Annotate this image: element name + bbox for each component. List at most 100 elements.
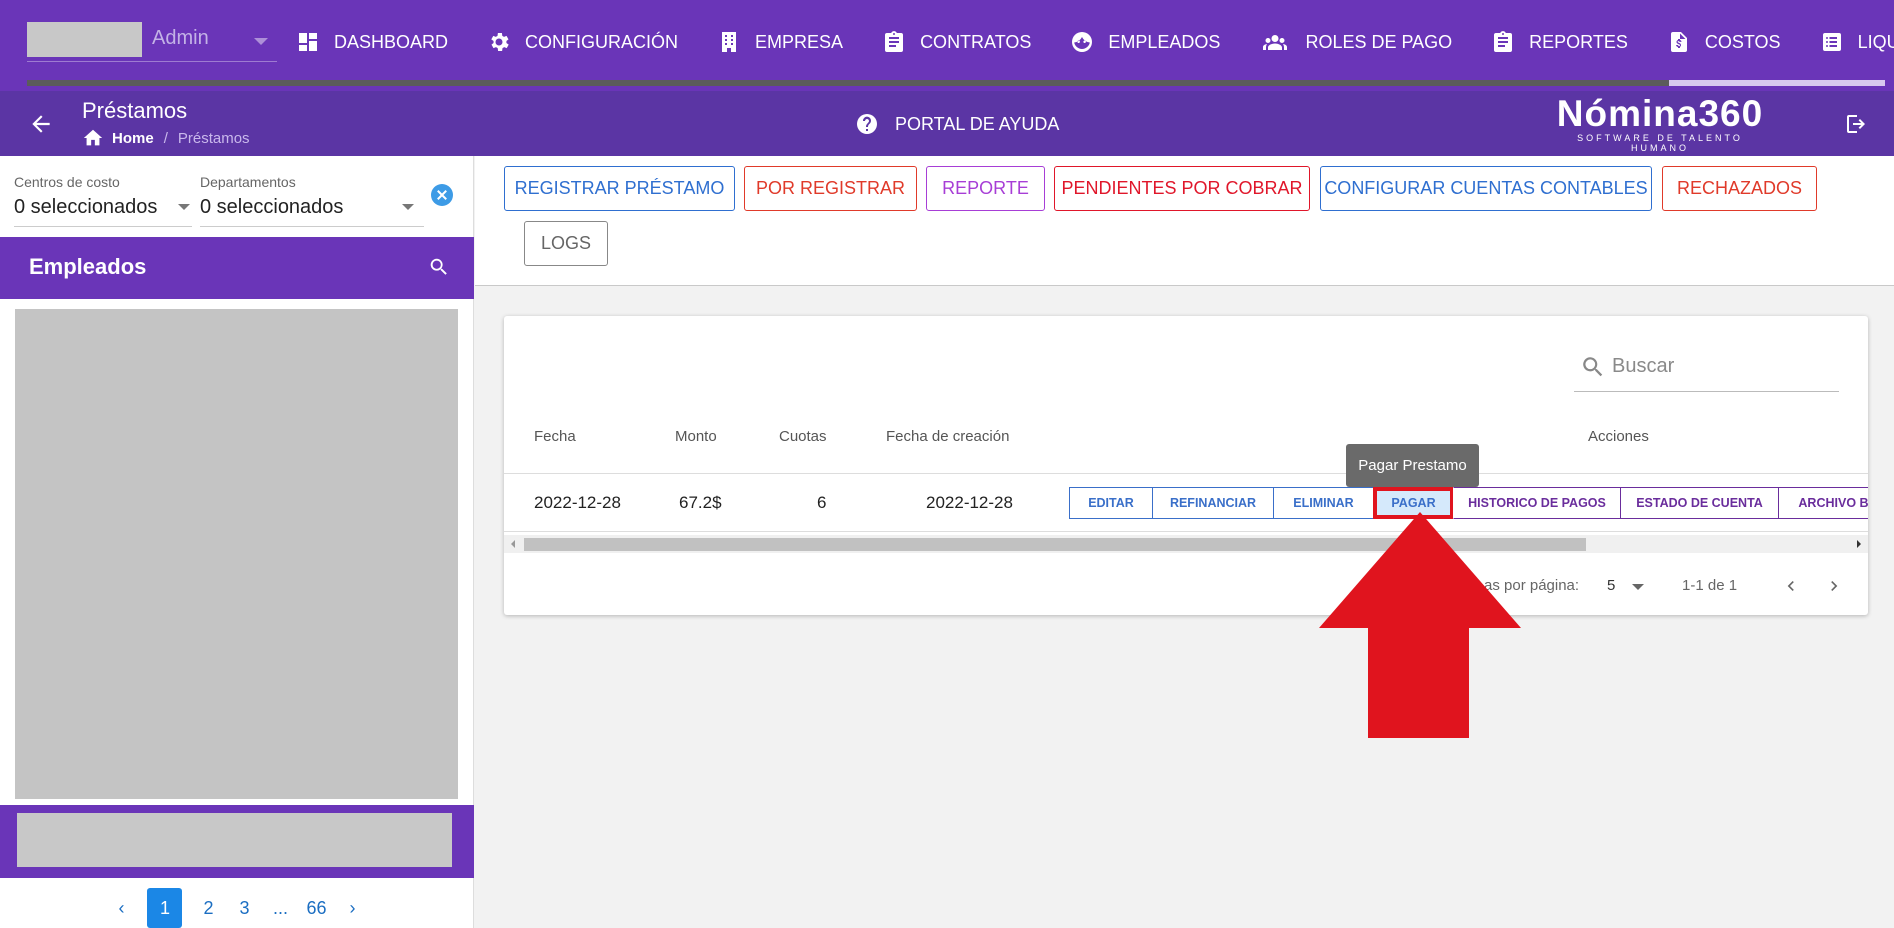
cell-fecha: 2022-12-28 [534,493,621,512]
nav-label: DASHBOARD [334,31,449,52]
cost-centers-label: Centros de costo [14,174,120,190]
page-range: 1-1 de 1 [1682,577,1738,594]
pagination-prev[interactable]: ‹ [111,898,131,919]
nav-empleados[interactable]: EMPLEADOS [1070,24,1220,60]
column-header-fecha[interactable]: Fecha [534,428,576,445]
nav-progress-fill [1669,80,1885,86]
loan-toolbar: REGISTRAR PRÉSTAMO POR REGISTRAR REPORTE… [475,156,1894,286]
logout-button[interactable] [1844,112,1868,136]
employee-pagination: ‹ 1 2 3 ... 66 › [0,888,474,928]
nav-label: EMPLEADOS [1108,31,1221,52]
cost-centers-filter[interactable]: Centros de costo 0 seleccionados [14,174,192,227]
page-title: Préstamos [82,98,188,123]
annotation-arrow-icon [1319,512,1521,738]
pagination-page[interactable]: 3 [234,898,254,919]
search-icon [1583,357,1603,377]
search-field[interactable] [1574,336,1839,392]
pagination-ellipsis: ... [272,897,288,918]
pagination-page[interactable]: 2 [198,898,218,919]
divider [504,473,1868,474]
column-header-cuotas[interactable]: Cuotas [779,428,827,445]
departments-filter[interactable]: Departamentos 0 seleccionados [200,174,424,227]
cost-centers-value[interactable]: 0 seleccionados [14,196,157,219]
clipboard-icon [885,31,904,52]
nav-label: COSTOS [1704,31,1781,52]
pending-register-button[interactable]: POR REGISTRAR [744,166,917,211]
nav-reportes[interactable]: REPORTES [1491,24,1628,60]
tooltip: Pagar Prestamo [1346,444,1479,487]
field-underline [200,226,424,227]
search-icon[interactable] [428,256,450,278]
user-menu[interactable]: Admin [27,22,277,62]
column-header-monto[interactable]: Monto [675,428,717,445]
report-button[interactable]: REPORTE [926,166,1045,211]
employee-list[interactable] [15,309,458,799]
dashboard-icon [299,33,317,51]
refinance-button[interactable]: REFINANCIAR [1152,487,1274,519]
nav-costos[interactable]: COSTOS [1667,24,1781,60]
top-nav: Admin DASHBOARD CONFIGURACIÓN EMPRESA CO… [0,0,1894,91]
building-icon [722,32,737,52]
breadcrumb-home[interactable]: Home [112,130,154,147]
nav-configuracion[interactable]: CONFIGURACIÓN [487,24,678,60]
account-statement-button[interactable]: ESTADO DE CUENTA [1620,487,1779,519]
logo-tagline: SOFTWARE DE TALENTO HUMANO [1577,133,1743,153]
employees-title: Empleados [29,254,147,279]
user-avatar [27,22,142,57]
rows-per-page-select[interactable]: 5 [1607,577,1615,594]
help-label: PORTAL DE AYUDA [895,113,1060,134]
cell-cuotas: 6 [817,493,827,512]
nav-roles-de-pago[interactable]: ROLES DE PAGO [1259,24,1452,60]
chevron-down-icon[interactable] [1632,584,1644,590]
horizontal-scrollbar[interactable] [504,535,1868,553]
nav-label: CONFIGURACIÓN [525,31,679,52]
divider [504,531,1868,532]
logout-icon [1847,115,1865,133]
nav-label: LIQUIDACIONE [1857,31,1894,52]
scroll-right-icon[interactable] [1857,540,1861,548]
departments-value[interactable]: 0 seleccionados [200,196,343,219]
arrow-left-icon [32,115,50,133]
chevron-down-icon[interactable] [402,204,414,210]
rejected-button[interactable]: RECHAZADOS [1662,166,1817,211]
bank-file-button[interactable]: ARCHIVO BA [1778,487,1868,519]
column-header-acciones: Acciones [1588,428,1649,445]
selected-employee-bar[interactable] [17,813,452,867]
clipboard-icon [1494,31,1513,52]
invoice-icon [1670,32,1687,52]
pagination-page[interactable]: 1 [147,888,183,928]
scroll-left-icon[interactable] [511,540,515,548]
chevron-right-icon[interactable] [1824,576,1844,596]
employee-list-footer [0,805,474,878]
pagination-next[interactable]: › [343,898,363,919]
breadcrumb: Home / Préstamos [82,127,250,149]
cell-fecha-creacion: 2022-12-28 [926,493,1013,512]
employees-header: Empleados [0,237,474,299]
clear-filters-icon[interactable] [431,184,453,206]
page-header: Préstamos Home / Préstamos PORTAL DE AYU… [0,91,1894,156]
chevron-down-icon[interactable] [178,204,190,210]
search-input[interactable] [1612,350,1832,382]
configure-accounts-button[interactable]: CONFIGURAR CUENTAS CONTABLES [1320,166,1652,211]
nav-dashboard[interactable]: DASHBOARD [296,24,448,60]
departments-label: Departamentos [200,174,296,190]
chevron-down-icon[interactable] [254,38,268,45]
help-portal-link[interactable]: PORTAL DE AYUDA [855,112,1059,136]
list-icon [1822,33,1841,51]
cell-monto: 67.2$ [679,493,722,512]
field-underline [14,226,192,227]
logs-button[interactable]: LOGS [524,221,608,266]
brand-logo: Nómina360 SOFTWARE DE TALENTO HUMANO [1550,94,1770,154]
edit-button[interactable]: EDITAR [1069,487,1153,519]
register-loan-button[interactable]: REGISTRAR PRÉSTAMO [504,166,735,211]
chevron-left-icon[interactable] [1781,576,1801,596]
breadcrumb-current: Préstamos [177,129,250,147]
pending-collection-button[interactable]: PENDIENTES POR COBRAR [1054,166,1310,211]
column-header-fecha-creacion[interactable]: Fecha de creación [886,428,1009,445]
nav-contratos[interactable]: CONTRATOS [882,24,1031,60]
pagination-page[interactable]: 66 [306,898,326,919]
back-button[interactable] [28,111,54,137]
breadcrumb-separator: / [163,129,168,147]
nav-liquidaciones[interactable]: LIQUIDACIONE [1820,24,1894,60]
nav-empresa[interactable]: EMPRESA [717,24,843,60]
